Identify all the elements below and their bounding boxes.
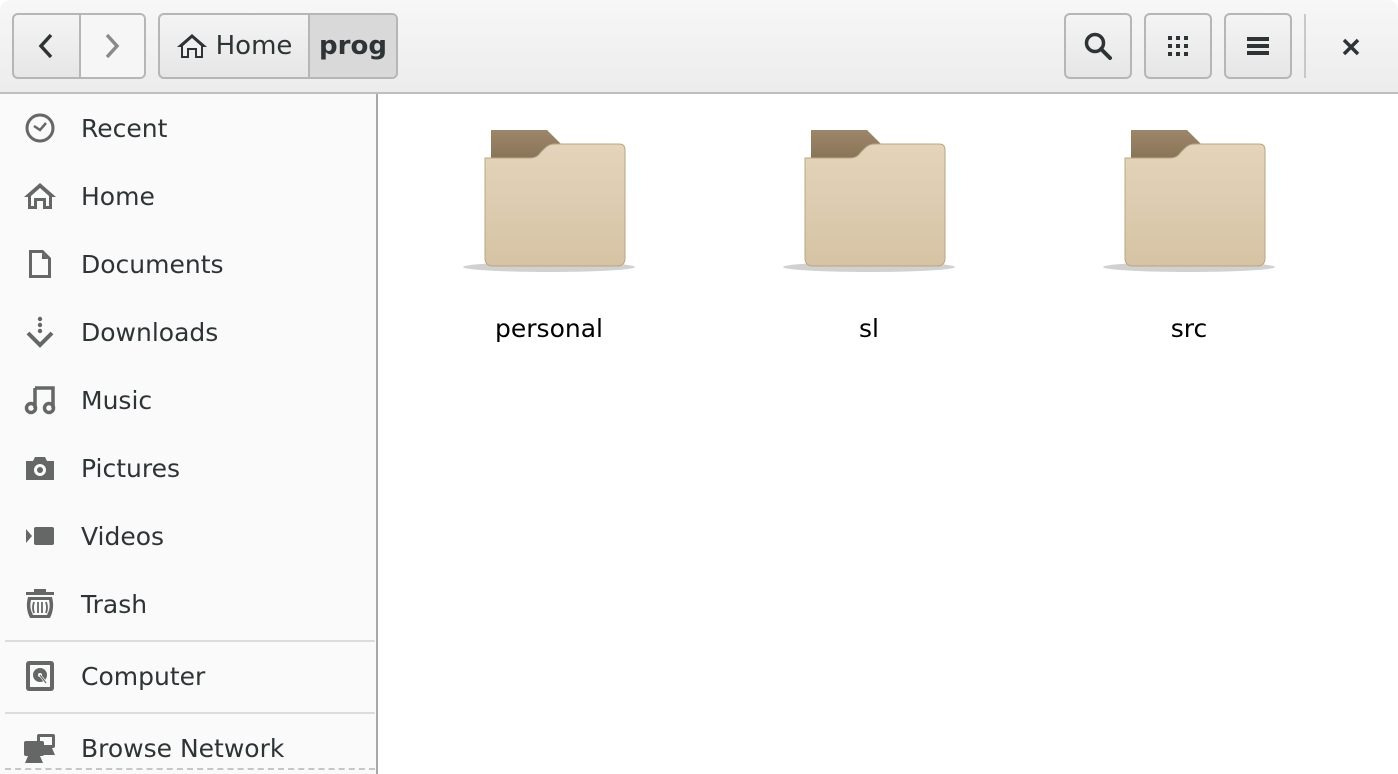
folder-name: personal	[495, 314, 603, 343]
breadcrumb-prog-label: prog	[319, 31, 387, 61]
sidebar-item-pictures[interactable]: Pictures	[0, 434, 376, 502]
camera-icon	[20, 448, 60, 488]
sidebar: Recent Home Documents Downloads Music Pi…	[0, 94, 378, 774]
home-icon	[20, 176, 60, 216]
trash-icon	[20, 584, 60, 624]
sidebar-item-downloads[interactable]: Downloads	[0, 298, 376, 366]
search-button-inner	[1066, 15, 1130, 77]
folder-item[interactable]: sl	[759, 120, 979, 350]
back-button[interactable]	[14, 15, 79, 77]
sidebar-item-label: Home	[81, 181, 155, 211]
sidebar-item-browse-network[interactable]: Browse Network	[0, 714, 376, 774]
breadcrumb: Home prog	[158, 13, 398, 79]
sidebar-item-label: Trash	[81, 589, 148, 619]
view-toggle-button[interactable]	[1144, 13, 1212, 79]
file-view: personal sl src	[378, 94, 1398, 774]
sidebar-item-label: Pictures	[81, 453, 180, 483]
music-icon	[20, 380, 60, 420]
sidebar-item-computer[interactable]: Computer	[0, 642, 376, 710]
folder-item[interactable]: personal	[439, 120, 659, 350]
folder-icon	[1103, 130, 1275, 272]
breadcrumb-home[interactable]: Home	[160, 15, 308, 77]
chevron-right-icon	[106, 33, 120, 59]
breadcrumb-home-label: Home	[215, 31, 293, 61]
sidebar-item-label: Downloads	[81, 317, 219, 347]
sidebar-drop-target	[5, 768, 375, 770]
sidebar-item-home[interactable]: Home	[0, 162, 376, 230]
folder-name: sl	[859, 314, 879, 343]
sidebar-item-label: Music	[81, 385, 153, 415]
sidebar-item-documents[interactable]: Documents	[0, 230, 376, 298]
menu-button-inner	[1226, 15, 1290, 77]
sidebar-item-label: Computer	[81, 661, 206, 691]
sidebar-item-label: Documents	[81, 249, 224, 279]
sidebar-item-label: Recent	[81, 113, 168, 143]
folder-icon	[463, 130, 635, 272]
search-button[interactable]	[1064, 13, 1132, 79]
header-separator	[1304, 14, 1306, 78]
search-icon	[1084, 32, 1112, 60]
folder-item[interactable]: src	[1079, 120, 1299, 350]
breadcrumb-prog[interactable]: prog	[308, 15, 396, 77]
document-icon	[20, 244, 60, 284]
chevron-left-icon	[39, 33, 53, 59]
sidebar-item-videos[interactable]: Videos	[0, 502, 376, 570]
folder-icon	[783, 130, 955, 272]
network-icon	[20, 728, 60, 768]
menu-button[interactable]	[1224, 13, 1292, 79]
clock-icon	[20, 108, 60, 148]
sidebar-item-label: Videos	[81, 521, 165, 551]
view-toggle-inner	[1146, 15, 1210, 77]
video-icon	[20, 516, 60, 556]
hamburger-menu-icon	[1247, 37, 1269, 55]
sidebar-item-label: Browse Network	[81, 733, 285, 763]
sidebar-item-music[interactable]: Music	[0, 366, 376, 434]
close-button[interactable]	[1322, 18, 1380, 76]
close-icon	[1342, 38, 1360, 56]
forward-button[interactable]	[78, 15, 144, 77]
folder-name: src	[1170, 314, 1208, 343]
home-icon	[176, 34, 207, 58]
harddisk-icon	[20, 656, 60, 696]
grid-view-icon	[1168, 36, 1188, 56]
download-icon	[20, 312, 60, 352]
sidebar-item-recent[interactable]: Recent	[0, 94, 376, 162]
header-bar: Home prog	[0, 0, 1398, 94]
sidebar-item-trash[interactable]: Trash	[0, 570, 376, 638]
navigation-buttons	[12, 13, 146, 79]
